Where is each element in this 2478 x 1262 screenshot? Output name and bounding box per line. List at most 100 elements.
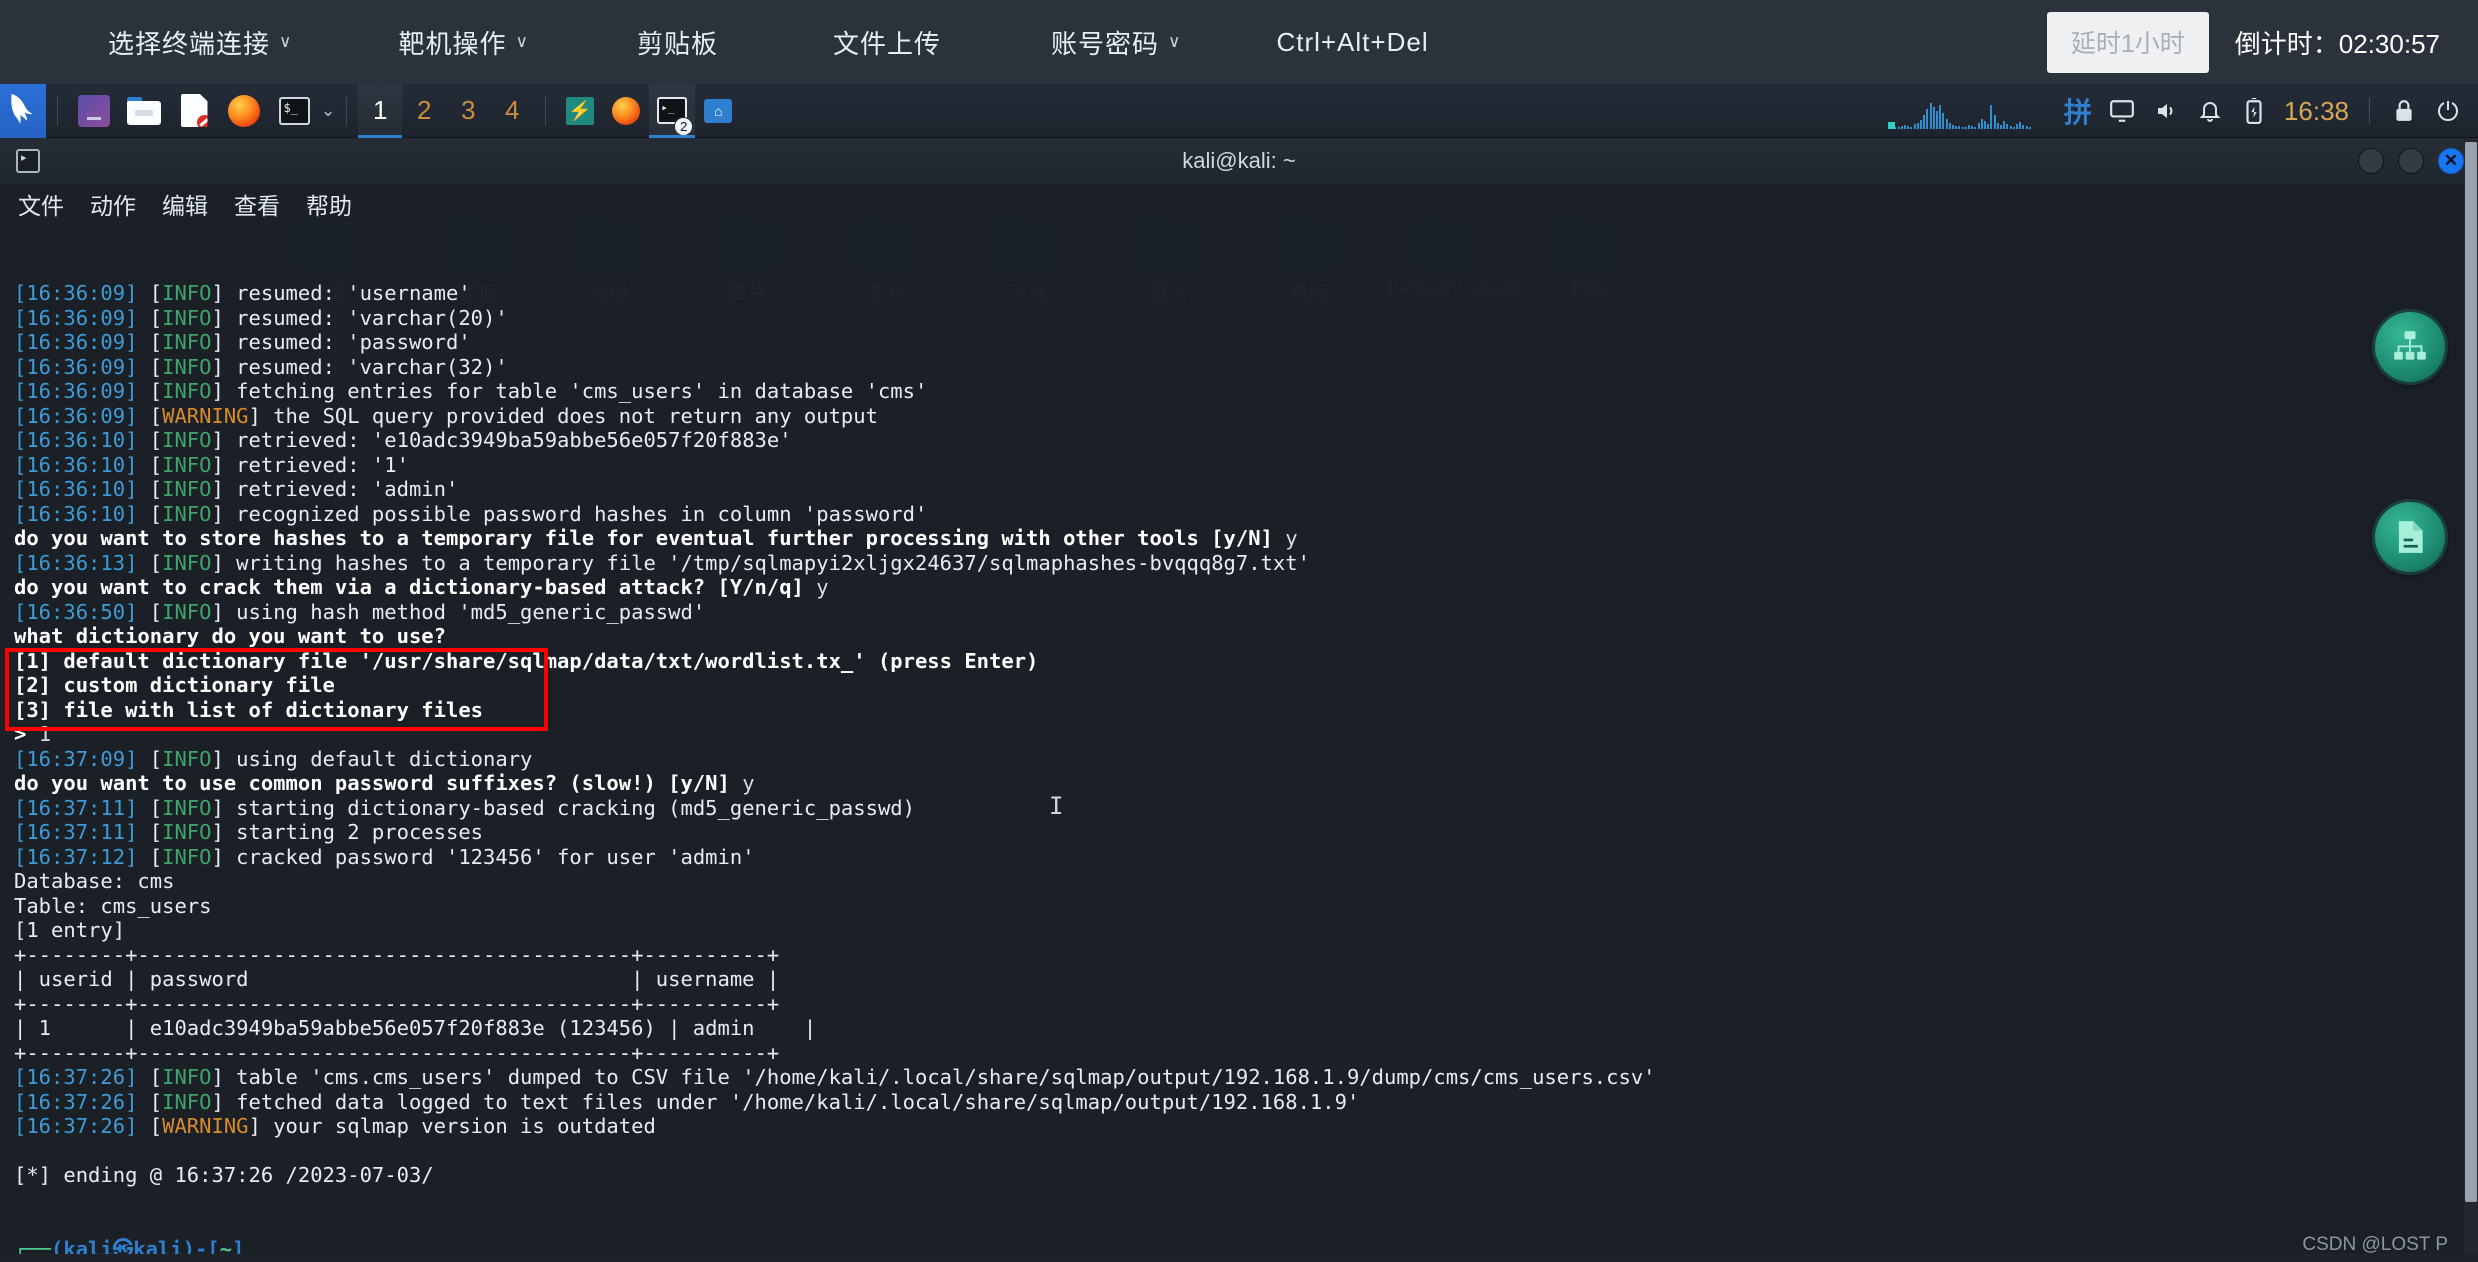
terminal-text: do you want to crack them via a dictiona… — [14, 575, 817, 599]
terminal-text: ] fetched data logged to text files unde… — [211, 1089, 1360, 1114]
workspace-1[interactable]: 1 — [358, 83, 403, 138]
kali-dragon-icon[interactable] — [0, 83, 46, 138]
cpu-bar — [2019, 122, 2022, 129]
terminal-text: [2] custom dictionary file — [14, 673, 335, 697]
terminal-menu-0[interactable]: 文件 — [18, 187, 64, 221]
cpu-bar — [2009, 126, 2012, 129]
terminal-titlebar[interactable]: kali@kali: ~ ✕ — [0, 138, 2478, 184]
terminal-text: ] resumed: 'password' — [211, 330, 471, 354]
battery-icon[interactable] — [2232, 84, 2276, 138]
terminal-text: what dictionary do you want to use? — [14, 624, 446, 648]
terminal-text: ] resumed: 'username' — [211, 281, 471, 305]
close-button[interactable]: ✕ — [2438, 148, 2464, 174]
terminal-text: [ — [149, 428, 163, 452]
text-cursor-icon: I — [1049, 792, 1064, 820]
cpu-bar — [1951, 125, 1954, 129]
bell-icon[interactable] — [2188, 84, 2232, 138]
volume-icon[interactable] — [2144, 84, 2188, 138]
terminal-text: [ — [149, 1114, 163, 1138]
terminal-scrollbar[interactable] — [2464, 138, 2478, 1254]
terminal-text: [16:37:11] — [14, 820, 150, 844]
file-manager-window-icon: ⌂ — [704, 98, 733, 123]
sitemap-fab[interactable] — [2375, 312, 2445, 382]
terminal-text: +--------+------------------------------… — [14, 942, 780, 967]
workspace-2[interactable]: 2 — [402, 84, 446, 138]
workspace-4[interactable]: 4 — [490, 84, 534, 138]
cpu-bar — [1932, 107, 1935, 129]
cpu-bar — [1961, 127, 1964, 129]
terminal-line: Database: cms — [14, 869, 2478, 894]
logout-icon[interactable] — [2426, 84, 2470, 138]
terminal-line: [*] ending @ 16:37:26 /2023-07-03/ — [14, 1163, 2478, 1188]
cpu-bar — [1900, 126, 1903, 129]
firefox-window-icon — [612, 96, 641, 125]
terminal-text: [ — [149, 746, 163, 771]
terminal-text: [16:37:11] — [14, 795, 150, 820]
terminal-text: ] resumed: 'varchar(20)' — [211, 305, 508, 330]
terminal-text: INFO — [162, 844, 212, 869]
terminal-output[interactable]: [16:36:09] [INFO] resumed: 'username' [16… — [0, 224, 2478, 1254]
launcher-firefox[interactable] — [222, 91, 266, 131]
terminal-text: [ — [149, 379, 163, 403]
files-icon — [78, 94, 110, 127]
terminal-menu-3[interactable]: 查看 — [234, 187, 280, 221]
minimize-button[interactable] — [2358, 148, 2384, 174]
lock-icon[interactable] — [2382, 84, 2426, 138]
terminal-menu-2[interactable]: 编辑 — [162, 187, 208, 221]
terminal-line: [16:37:26] [INFO] fetched data logged to… — [14, 1090, 2478, 1115]
terminal-text: ] using hash method 'md5_generic_passwd' — [211, 599, 706, 624]
remote-menu-item-3[interactable]: 文件上传 — [833, 24, 941, 61]
terminal-text: y — [816, 575, 829, 599]
task-firefox[interactable] — [603, 84, 649, 138]
document-fab[interactable] — [2375, 502, 2445, 572]
terminal-text: ] the SQL query provided does not return… — [248, 403, 878, 428]
cpu-bar — [1913, 124, 1916, 129]
task-file-manager[interactable]: ⌂ — [695, 84, 741, 138]
terminal-line: [16:37:11] [INFO] starting 2 processes — [14, 820, 2478, 845]
terminal-line: [16:37:12] [INFO] cracked password '1234… — [14, 845, 2478, 870]
input-method-indicator[interactable]: 拼 — [2056, 84, 2100, 138]
remote-menu-item-1[interactable]: 靶机操作 ∨ — [398, 24, 528, 61]
terminal-text: INFO — [162, 1089, 212, 1114]
launcher-text-editor[interactable] — [172, 91, 216, 131]
remote-menu-item-2[interactable]: 剪贴板 — [637, 24, 718, 61]
terminal-menu-4[interactable]: 帮助 — [306, 187, 352, 221]
remote-session-toolbar: 选择终端连接 ∨ 靶机操作 ∨ 剪贴板 文件上传 账号密码 ∨ Ctrl+Alt+Del 延时1… — [0, 0, 2478, 84]
cpu-bar — [1903, 125, 1906, 129]
maximize-button[interactable] — [2398, 148, 2424, 174]
terminal-text: [ — [149, 330, 163, 354]
launcher-files[interactable] — [72, 91, 116, 131]
clock[interactable]: 16:38 — [2284, 96, 2349, 127]
cpu-graph-icon — [1887, 93, 2038, 129]
terminal-line: +--------+------------------------------… — [14, 943, 2478, 968]
terminal-text: [16:36:13] — [14, 550, 150, 575]
cpu-bar — [1980, 119, 1983, 129]
terminal-line: | userid | password | username | — [14, 967, 2478, 992]
remote-menu-item-5[interactable]: Ctrl+Alt+Del — [1276, 27, 1428, 58]
display-icon[interactable] — [2100, 84, 2144, 138]
cpu-bar — [1916, 123, 1919, 129]
launcher-terminal[interactable] — [272, 91, 316, 131]
terminal-menu-1[interactable]: 动作 — [90, 187, 136, 221]
terminal-title: kali@kali: ~ — [1182, 148, 1296, 173]
terminal-line: [16:36:09] [INFO] resumed: 'varchar(32)' — [14, 355, 2478, 380]
terminal-text: [16:37:09] — [14, 746, 150, 771]
scrollbar-thumb[interactable] — [2465, 142, 2477, 1202]
launcher-folder[interactable] — [122, 91, 166, 131]
cpu-bar — [1935, 111, 1938, 129]
terminal-text: [ — [149, 305, 163, 330]
remote-menu-item-4[interactable]: 账号密码 ∨ — [1051, 24, 1181, 61]
task-terminal[interactable]: 2 — [649, 83, 696, 138]
terminal-text: [16:36:09] — [14, 379, 150, 403]
cpu-bar — [1964, 127, 1967, 129]
terminal-text: [16:36:10] — [14, 452, 150, 477]
chevron-down-icon[interactable]: ⌄ — [321, 101, 335, 121]
remote-menu-item-0[interactable]: 选择终端连接 ∨ — [108, 24, 292, 61]
delay-one-hour-button[interactable]: 延时1小时 — [2046, 11, 2209, 73]
terminal-text: ] resumed: 'varchar(32)' — [211, 354, 508, 379]
terminal-text: INFO — [162, 599, 212, 624]
task-burpsuite[interactable]: ⚡ — [557, 84, 603, 138]
remote-menu-label: 靶机操作 — [398, 28, 507, 59]
workspace-3[interactable]: 3 — [446, 84, 490, 138]
countdown-timer: 倒计时：02:30:57 — [2234, 28, 2440, 59]
